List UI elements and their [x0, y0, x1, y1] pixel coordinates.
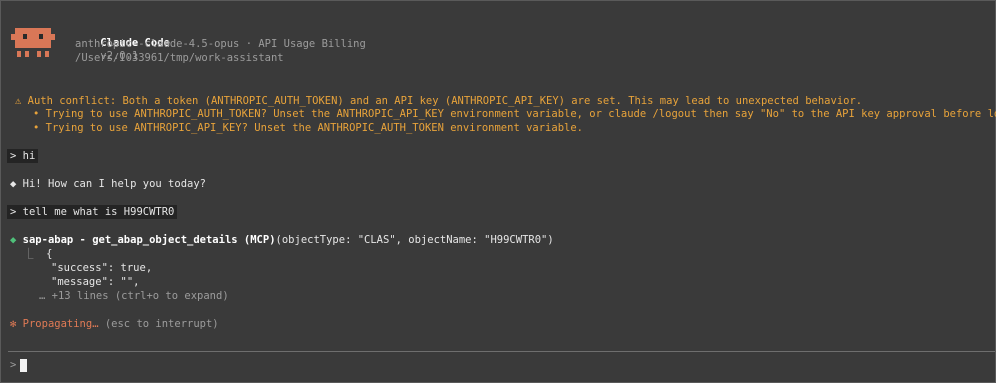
warning-title: Auth conflict: Both a token (ANTHROPIC_A… — [27, 95, 863, 107]
prompt-chevron-icon: > — [10, 206, 17, 218]
bullet-icon: • — [33, 122, 40, 134]
tool-result-line: ⎿ { — [23, 248, 52, 261]
status-line: ✻ Propagating… (esc to interrupt) — [10, 318, 219, 331]
status-label: Propagating… — [22, 318, 99, 330]
warning-item: • Trying to use ANTHROPIC_AUTH_TOKEN? Un… — [33, 108, 996, 121]
reply-bullet-icon: ◆ — [10, 178, 17, 190]
claude-mascot-icon — [11, 28, 55, 57]
user-message: > tell me what is H99CWTR0 — [7, 205, 178, 219]
text-cursor — [20, 359, 27, 372]
auth-warning: ⚠ Auth conflict: Both a token (ANTHROPIC… — [15, 95, 862, 108]
header-separator: · — [245, 38, 253, 50]
user-message-text: hi — [22, 150, 36, 162]
input-divider — [8, 351, 995, 352]
terminal-window: Claude Code v2.0.1 anthropic--claude-4.5… — [0, 0, 996, 383]
tool-bullet-icon: ◆ — [10, 234, 17, 246]
model-name: anthropic--claude-4.5-opus — [75, 38, 240, 50]
assistant-message-text: Hi! How can I help you today? — [22, 178, 206, 190]
prompt-chevron-icon: > — [10, 150, 17, 162]
tool-call: ◆ sap-abap - get_abap_object_details (MC… — [10, 234, 554, 247]
tool-args: (objectType: "CLAS", objectName: "H99CWT… — [275, 234, 554, 246]
working-directory: /Users/I033961/tmp/work-assistant — [75, 52, 284, 64]
tool-name: sap-abap - get_abap_object_details (MCP) — [22, 234, 276, 246]
warning-item-text: Trying to use ANTHROPIC_API_KEY? Unset t… — [45, 122, 583, 134]
warning-item: • Trying to use ANTHROPIC_API_KEY? Unset… — [33, 122, 583, 135]
warning-item-text: Trying to use ANTHROPIC_AUTH_TOKEN? Unse… — [45, 108, 996, 120]
billing-label: API Usage Billing — [258, 38, 366, 50]
result-branch-icon: ⎿ — [23, 248, 34, 260]
warning-icon: ⚠ — [15, 95, 22, 107]
expand-hint[interactable]: … +13 lines (ctrl+o to expand) — [39, 290, 229, 303]
user-message-text: tell me what is H99CWTR0 — [22, 206, 175, 218]
spinner-icon: ✻ — [10, 318, 17, 330]
assistant-message: ◆ Hi! How can I help you today? — [10, 178, 206, 191]
input-prompt-icon: > — [10, 359, 17, 371]
user-message: > hi — [7, 149, 39, 163]
interrupt-hint: (esc to interrupt) — [104, 318, 219, 330]
tool-result-line: "message": "", — [51, 276, 140, 288]
tool-result-text: { — [46, 248, 53, 260]
tool-result-line: "success": true, — [51, 262, 153, 274]
header-model-line: anthropic--claude-4.5-opus · API Usage B… — [75, 38, 366, 51]
bullet-icon: • — [33, 108, 40, 120]
